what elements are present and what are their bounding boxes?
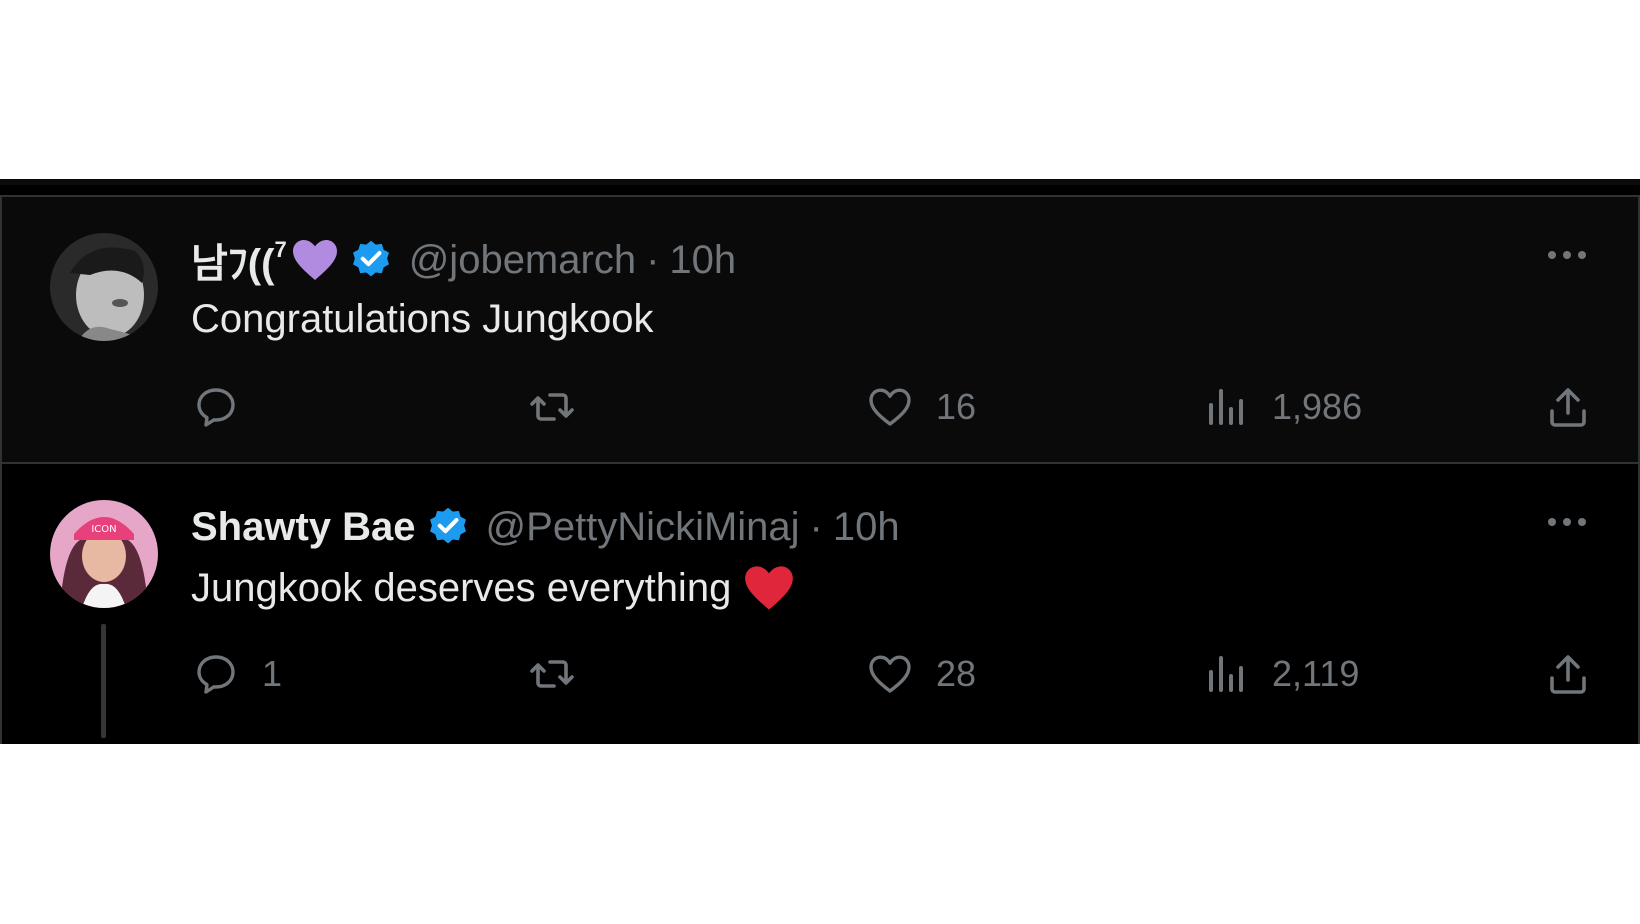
display-name-suffix: 7 (274, 237, 287, 262)
tweet[interactable]: 남ﾌ((7 @jobemarch · 10h Congratulations J… (0, 195, 1640, 464)
separator: · (809, 504, 823, 549)
reply-icon (197, 388, 235, 427)
share-button[interactable] (1544, 649, 1592, 699)
heart-icon (869, 388, 911, 426)
svg-text:ICON: ICON (91, 524, 116, 535)
reply-count: 1 (262, 653, 283, 694)
tweet-text: Jungkook deserves everything (191, 564, 795, 612)
retweet-icon (530, 660, 574, 688)
reply-icon (197, 655, 235, 694)
tweet-header: Shawty Bae @PettyNickiMinaj · 10h (191, 502, 900, 552)
share-icon (1550, 655, 1586, 694)
verified-badge-icon (426, 505, 470, 549)
verified-badge-icon (349, 238, 393, 282)
retweet-icon (530, 393, 574, 421)
tweet-header: 남ﾌ((7 @jobemarch · 10h (191, 235, 736, 286)
view-count: 1,986 (1272, 386, 1363, 427)
red-heart-icon (743, 564, 795, 612)
tweet-text: Congratulations Jungkook (191, 297, 654, 342)
views-chart-icon (1209, 389, 1243, 425)
retweet-button[interactable] (528, 382, 598, 432)
timeline-panel: 남ﾌ((7 @jobemarch · 10h Congratulations J… (0, 179, 1640, 744)
handle[interactable]: @jobemarch (409, 238, 636, 283)
like-button[interactable]: 28 (866, 649, 976, 699)
avatar[interactable]: ICON (50, 500, 158, 608)
avatar[interactable] (50, 233, 158, 341)
separator: · (646, 237, 660, 282)
heart-icon (869, 655, 911, 693)
timestamp[interactable]: 10h (833, 505, 900, 550)
tweet[interactable]: ICON Shawty Bae @PettyNickiMinaj · 10h J… (0, 464, 1640, 744)
views-chart-icon (1209, 656, 1243, 692)
like-button[interactable]: 16 (866, 382, 976, 432)
display-name[interactable]: 남ﾌ(( (191, 231, 274, 289)
views-button[interactable]: 1,986 (1202, 382, 1362, 432)
tweet-text-content: Jungkook deserves everything (191, 565, 732, 610)
share-button[interactable] (1544, 382, 1592, 432)
more-options-icon[interactable] (1546, 512, 1588, 532)
more-options-icon[interactable] (1546, 245, 1588, 265)
views-button[interactable]: 2,119 (1202, 649, 1359, 699)
tweet-text-content: Congratulations Jungkook (191, 297, 654, 341)
reply-button[interactable]: 1 (192, 649, 282, 699)
tweet-actions: 1 28 2,119 (2, 649, 1640, 699)
timestamp[interactable]: 10h (669, 238, 736, 283)
like-count: 28 (936, 653, 977, 694)
share-icon (1550, 388, 1586, 427)
handle[interactable]: @PettyNickiMinaj (486, 505, 800, 550)
reply-button[interactable] (192, 382, 262, 432)
like-count: 16 (936, 386, 977, 427)
tweet-actions: 16 1,986 (2, 382, 1640, 432)
purple-heart-icon (291, 238, 339, 282)
retweet-button[interactable] (528, 649, 598, 699)
view-count: 2,119 (1272, 653, 1360, 694)
display-name[interactable]: Shawty Bae (191, 505, 416, 550)
